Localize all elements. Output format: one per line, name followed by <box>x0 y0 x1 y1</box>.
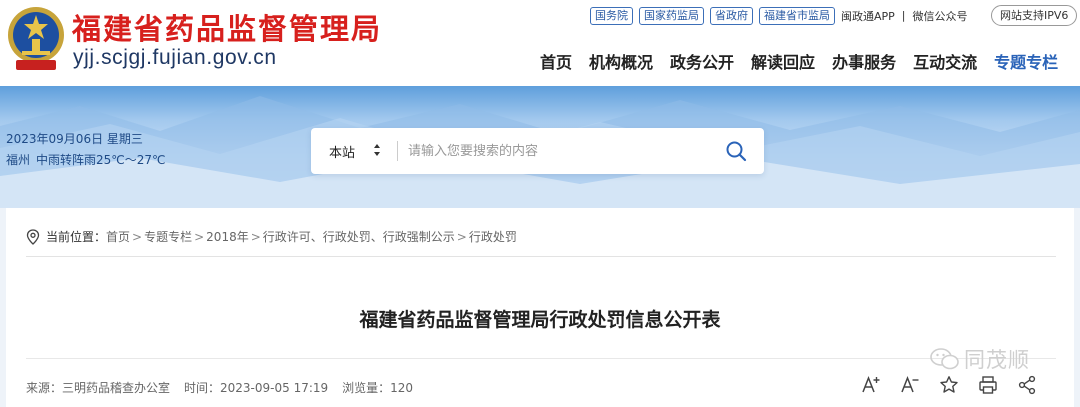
wechat-icon <box>930 348 959 370</box>
top-links: 国务院 国家药监局 省政府 福建省市监局 闽政通APP | 微信公众号 <box>590 6 968 25</box>
current-date: 2023年09月06日 星期三 <box>6 132 143 146</box>
breadcrumb-separator: > <box>132 229 143 244</box>
top-link-wechat[interactable]: 微信公众号 <box>913 8 968 24</box>
article-source: 来源：三明药品稽查办公室 <box>26 381 171 395</box>
top-link-app[interactable]: 闽政通APP <box>841 8 895 24</box>
emblem-icon[interactable] <box>6 5 66 71</box>
top-link-divider: | <box>901 9 906 22</box>
nav-about[interactable]: 机构概况 <box>589 49 653 73</box>
breadcrumb-separator: > <box>250 229 261 244</box>
title-divider <box>26 358 1056 359</box>
watermark: 同茂顺 <box>930 344 1030 374</box>
article-views: 浏览量：120 <box>342 381 414 395</box>
nav-interpretation[interactable]: 解读回应 <box>751 49 815 73</box>
breadcrumb-home[interactable]: 首页 <box>106 228 130 245</box>
breadcrumb-separator: > <box>456 229 467 244</box>
banner: 2023年09月06日 星期三 福州 中雨转阵雨25℃～27℃ 本站 <box>0 86 1080 208</box>
top-link-nmpa[interactable]: 国家药监局 <box>639 6 704 25</box>
weather-info: 福州 中雨转阵雨25℃～27℃ <box>6 151 166 168</box>
breadcrumb-special-topics[interactable]: 专题专栏 <box>144 228 192 245</box>
breadcrumb-year[interactable]: 2018年 <box>206 228 249 245</box>
site-header: 福建省药品监督管理局 yjj.scjgj.fujian.gov.cn 国务院 国… <box>0 0 1080 86</box>
top-link-province-gov[interactable]: 省政府 <box>710 6 753 25</box>
breadcrumb-divider <box>26 256 1056 257</box>
star-icon[interactable] <box>939 375 959 395</box>
article-meta: 来源：三明药品稽查办公室 时间：2023-09-05 17:19 浏览量：120 <box>26 379 413 396</box>
font-decrease-icon[interactable] <box>900 375 920 395</box>
search-divider <box>397 141 398 161</box>
site-name[interactable]: 福建省药品监督管理局 <box>72 6 382 48</box>
breadcrumb-admin-penalty[interactable]: 行政处罚 <box>469 228 517 245</box>
top-link-provincial-samr[interactable]: 福建省市监局 <box>759 6 835 25</box>
share-icon[interactable] <box>1017 375 1037 395</box>
site-domain: yjj.scjgj.fujian.gov.cn <box>73 46 277 69</box>
main-nav: 首页 机构概况 政务公开 解读回应 办事服务 互动交流 专题专栏 <box>540 49 1058 73</box>
print-icon[interactable] <box>978 375 998 395</box>
weather-city: 福州 <box>6 153 31 167</box>
top-link-state-council[interactable]: 国务院 <box>590 6 633 25</box>
nav-gov-affairs[interactable]: 政务公开 <box>670 49 734 73</box>
font-increase-icon[interactable] <box>861 375 881 395</box>
breadcrumb: 当前位置： 首页 > 专题专栏 > 2018年 > 行政许可、行政处罚、行政强制… <box>26 228 517 245</box>
search-bar: 本站 <box>311 128 764 174</box>
article-title: 福建省药品监督管理局行政处罚信息公开表 <box>359 309 721 331</box>
search-icon[interactable] <box>725 140 747 162</box>
search-input[interactable] <box>408 138 708 164</box>
nav-home[interactable]: 首页 <box>540 49 572 73</box>
sort-arrows-icon[interactable] <box>373 143 381 157</box>
breadcrumb-lead: 当前位置： <box>46 230 107 244</box>
search-scope-select[interactable]: 本站 <box>329 142 355 161</box>
watermark-text: 同茂顺 <box>964 348 1030 372</box>
ipv6-badge[interactable]: 网站支持IPV6 <box>991 5 1078 26</box>
nav-interaction[interactable]: 互动交流 <box>913 49 977 73</box>
weather-forecast: 中雨转阵雨25℃～27℃ <box>36 153 166 167</box>
article-time: 时间：2023-09-05 17:19 <box>184 381 329 395</box>
breadcrumb-admin-disclosure[interactable]: 行政许可、行政处罚、行政强制公示 <box>263 228 455 245</box>
article-tools <box>861 375 1037 395</box>
nav-special-topics[interactable]: 专题专栏 <box>994 49 1058 73</box>
nav-services[interactable]: 办事服务 <box>832 49 896 73</box>
breadcrumb-separator: > <box>194 229 205 244</box>
article-card: 当前位置： 首页 > 专题专栏 > 2018年 > 行政许可、行政处罚、行政强制… <box>6 208 1074 407</box>
location-pin-icon <box>26 228 40 245</box>
